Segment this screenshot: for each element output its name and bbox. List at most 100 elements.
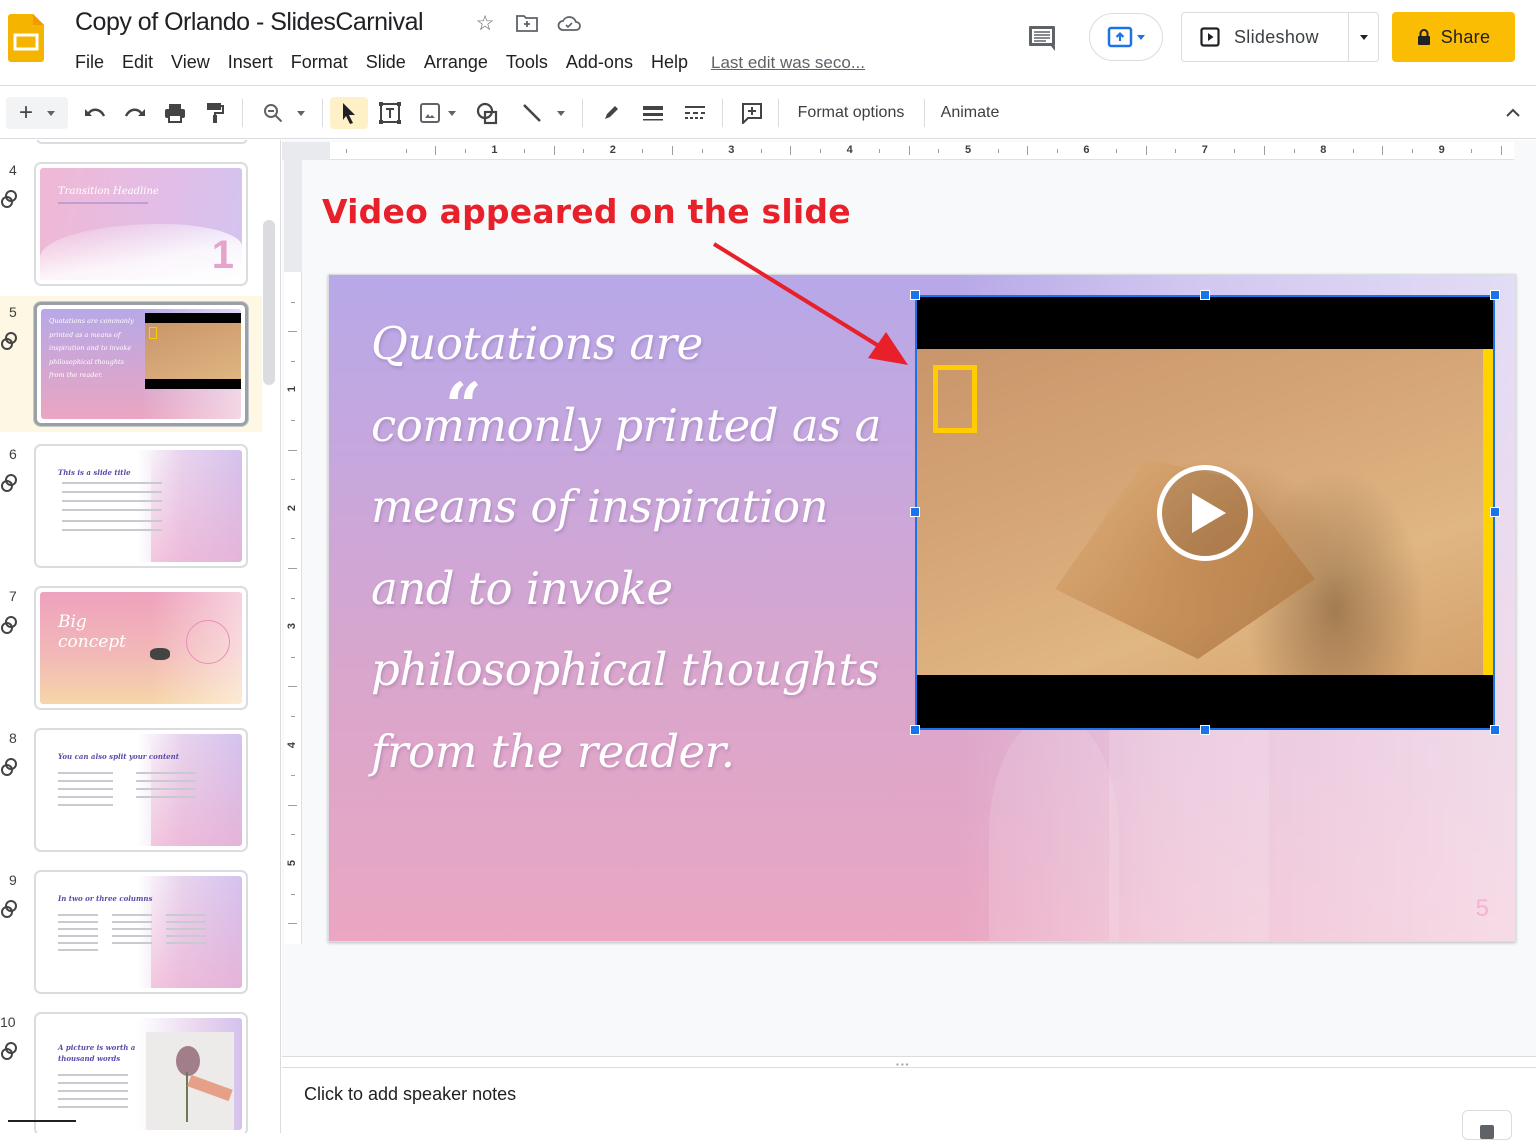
ruler-tick [291, 479, 295, 481]
border-weight-button[interactable] [638, 97, 668, 129]
previous-slide-thumbnail-edge[interactable] [36, 140, 248, 144]
plus-icon: + [18, 99, 33, 126]
slide-thumbnail-5[interactable]: Quotations are commonly printed as a mea… [34, 302, 248, 426]
cloud-saved-icon[interactable] [556, 10, 582, 36]
share-button[interactable]: Share [1392, 12, 1515, 62]
thumb-title: Quotations are commonly printed as a mea… [49, 317, 134, 379]
speaker-notes-input[interactable]: Click to add speaker notes [304, 1084, 516, 1105]
resize-handle-right[interactable] [1490, 507, 1500, 517]
thumb-title: You can also split your content [58, 752, 179, 761]
star-icon[interactable]: ☆ [472, 10, 498, 36]
undo-icon [85, 108, 106, 117]
slide-5-canvas[interactable]: “ Quotations are commonly printed as a m… [328, 274, 1516, 942]
slide-thumbnail-4[interactable]: Transition Headline 1 [34, 162, 248, 286]
slide-thumbnail-6[interactable]: This is a slide title [34, 444, 248, 568]
menu-edit[interactable]: Edit [113, 50, 162, 75]
menu-view[interactable]: View [162, 50, 219, 75]
filmstrip-item: 8 You can also split your content [0, 722, 262, 862]
resize-handle-bottom[interactable] [1200, 725, 1210, 735]
text-box-button[interactable] [374, 97, 406, 129]
slide-thumbnail-9[interactable]: In two or three columns [34, 870, 248, 994]
chevron-down-icon [448, 110, 456, 116]
ruler-tick [997, 149, 999, 153]
slideshow-options-dropdown[interactable] [1348, 13, 1378, 61]
filmstrip-scrollbar[interactable] [263, 220, 275, 385]
paint-format-button[interactable] [200, 97, 230, 129]
menu-file[interactable]: File [66, 50, 113, 75]
last-edit-link[interactable]: Last edit was seco... [711, 53, 865, 73]
slide-thumbnail-8[interactable]: You can also split your content [34, 728, 248, 852]
border-dash-button[interactable] [680, 97, 710, 129]
collapse-menus-button[interactable] [1498, 97, 1528, 129]
resize-handle-left[interactable] [910, 507, 920, 517]
zoom-button[interactable] [256, 97, 312, 129]
border-color-button[interactable] [596, 97, 626, 129]
select-tool-button[interactable] [330, 97, 368, 129]
ruler-tick [288, 923, 297, 925]
menu-add-ons[interactable]: Add-ons [557, 50, 642, 75]
shape-button[interactable] [470, 97, 504, 129]
insert-image-button[interactable] [414, 97, 462, 129]
filmstrip-item: 6 This is a slide title [0, 438, 262, 578]
explore-button[interactable] [1462, 1110, 1512, 1140]
add-comment-button[interactable] [736, 97, 768, 129]
ruler-tick [1175, 149, 1177, 153]
slide-thumbnail-7[interactable]: Big concept [34, 586, 248, 710]
ruler-label: 6 [1083, 144, 1090, 156]
ruler-tick [642, 149, 644, 153]
menu-slide[interactable]: Slide [357, 50, 415, 75]
ruler-tick [288, 331, 297, 333]
slide-number: 10 [0, 1014, 16, 1030]
menu-tools[interactable]: Tools [497, 50, 557, 75]
filmstrip-view-toggle[interactable] [8, 1120, 76, 1122]
resize-handle-bottom-right[interactable] [1490, 725, 1500, 735]
quote-line: philosophical thoughts [371, 643, 879, 696]
ruler-tick [291, 538, 295, 540]
ruler-tick [553, 146, 555, 155]
print-button[interactable] [160, 97, 190, 129]
menu-insert[interactable]: Insert [219, 50, 282, 75]
line-tool-button[interactable] [514, 97, 572, 129]
slide-number: 5 [9, 304, 17, 320]
menu-help[interactable]: Help [642, 50, 697, 75]
slideshow-icon [1200, 27, 1220, 47]
slide-number: 8 [9, 730, 17, 746]
slide-thumbnail-10[interactable]: A picture is worth a thousand words [34, 1012, 248, 1133]
resize-handle-bottom-left[interactable] [910, 725, 920, 735]
undo-button[interactable] [80, 97, 110, 129]
resize-handle-top[interactable] [1200, 290, 1210, 300]
speaker-notes-panel[interactable]: Click to add speaker notes [282, 1068, 1536, 1140]
quote-text-box[interactable]: Quotations are commonly printed as a mea… [371, 303, 911, 792]
present-to-meeting-button[interactable] [1089, 13, 1163, 61]
play-button[interactable] [1157, 465, 1253, 561]
ruler-tick [1116, 149, 1117, 153]
slideshow-button[interactable]: Slideshow [1182, 13, 1348, 61]
menu-arrange[interactable]: Arrange [415, 50, 497, 75]
ruler-tick [1293, 149, 1295, 153]
menu-format[interactable]: Format [282, 50, 357, 75]
notes-resize-handle[interactable]: ▪▪▪ [282, 1056, 1536, 1069]
comments-icon [1029, 26, 1055, 51]
document-title[interactable]: Copy of Orlando - SlidesCarnival [75, 8, 424, 37]
move-to-folder-icon[interactable] [514, 10, 540, 36]
ruler-tick [464, 149, 466, 153]
animate-button[interactable]: Animate [934, 97, 1006, 129]
format-options-button[interactable]: Format options [790, 97, 912, 129]
resize-handle-top-right[interactable] [1490, 290, 1500, 300]
filmstrip-item: 4 Transition Headline 1 [0, 154, 262, 294]
vertical-ruler[interactable]: 1 2 3 4 5 [284, 272, 302, 944]
ruler-tick [291, 420, 295, 421]
resize-handle-top-left[interactable] [910, 290, 920, 300]
google-slides-logo-icon[interactable] [8, 14, 44, 62]
new-slide-button[interactable]: + [6, 97, 68, 129]
embedded-video[interactable] [915, 295, 1495, 730]
redo-button[interactable] [120, 97, 150, 129]
quote-line: commonly printed as a [371, 398, 881, 452]
horizontal-ruler[interactable]: 1 2 3 4 5 6 7 8 9 [330, 142, 1514, 160]
ruler-tick [583, 149, 585, 153]
slide-filmstrip[interactable]: 4 Transition Headline 1 5 Quotations are… [0, 140, 281, 1133]
ruler-label: 8 [1320, 144, 1327, 156]
thumb-title: In two or three columns [58, 894, 153, 903]
comment-history-button[interactable] [1024, 22, 1060, 54]
ruler-tick [1471, 149, 1473, 153]
